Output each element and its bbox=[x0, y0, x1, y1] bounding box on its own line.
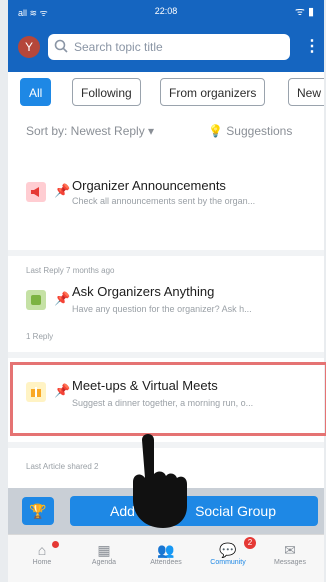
pin-icon: 📌 bbox=[54, 183, 71, 198]
pin-icon: 📌 bbox=[54, 291, 71, 306]
avatar[interactable]: Y bbox=[18, 36, 40, 58]
filter-all[interactable]: All bbox=[20, 78, 52, 106]
topic-description: Have any question for the organizer? Ask… bbox=[72, 304, 252, 314]
list-item[interactable]: 📌 Ask Organizers Anything Have any quest… bbox=[8, 280, 324, 350]
filter-chips: All Following From organizers New bbox=[8, 78, 324, 110]
list-item[interactable]: 📌 Organizer Announcements Check all anno… bbox=[8, 170, 324, 240]
last-article-meta: Last Article shared 2 bbox=[26, 462, 99, 471]
topic-description: Check all announcements sent by the orga… bbox=[72, 196, 256, 206]
top-header: all ≋ ᯤ 22:08 ᯤ ▮ Y Search topic title ⋮ bbox=[8, 0, 324, 72]
tab-agenda[interactable]: ▦ Agenda bbox=[74, 541, 134, 566]
sort-bar: Sort by: Newest Reply ▾ 💡 Suggestions bbox=[8, 120, 324, 142]
more-menu-icon[interactable]: ⋮ bbox=[304, 36, 320, 56]
divider bbox=[8, 250, 324, 256]
community-badge: 2 bbox=[244, 537, 256, 549]
attendees-icon: 👥 bbox=[157, 542, 175, 558]
home-icon: ⌂ bbox=[37, 542, 47, 558]
filter-from-organizers[interactable]: From organizers bbox=[160, 78, 266, 106]
search-input[interactable]: Search topic title bbox=[48, 34, 290, 60]
mail-icon: ✉ bbox=[284, 542, 296, 558]
last-reply-meta: Last Reply 7 months ago bbox=[26, 266, 115, 275]
status-bar: all ≋ ᯤ 22:08 ᯤ ▮ bbox=[8, 0, 324, 24]
tab-home[interactable]: ⌂ Home bbox=[12, 541, 72, 566]
tab-attendees[interactable]: 👥 Attendees bbox=[136, 541, 196, 566]
battery-indicator: ᯤ ▮ bbox=[294, 6, 314, 18]
megaphone-icon bbox=[26, 182, 46, 202]
bottom-tab-bar: ⌂ Home ▦ Agenda 👥 Attendees 💬 Community … bbox=[8, 534, 324, 582]
filter-following[interactable]: Following bbox=[72, 78, 141, 106]
topic-title: Ask Organizers Anything bbox=[72, 284, 215, 299]
trophy-icon[interactable]: 🏆 bbox=[22, 497, 54, 525]
topic-title: Organizer Announcements bbox=[72, 178, 226, 193]
filter-new[interactable]: New bbox=[288, 78, 324, 106]
search-icon bbox=[54, 39, 68, 58]
divider bbox=[8, 352, 324, 358]
notification-dot bbox=[52, 541, 59, 548]
calendar-icon: ▦ bbox=[97, 542, 111, 558]
lightbulb-icon: 💡 bbox=[208, 124, 223, 138]
suggestions-link[interactable]: 💡 Suggestions bbox=[208, 124, 292, 138]
pointing-hand-icon bbox=[116, 420, 206, 535]
puzzle-icon bbox=[26, 290, 46, 310]
status-time: 22:08 bbox=[154, 6, 178, 16]
search-placeholder: Search topic title bbox=[74, 40, 163, 54]
tab-messages[interactable]: ✉ Messages bbox=[260, 541, 320, 566]
sort-dropdown[interactable]: Sort by: Newest Reply ▾ bbox=[26, 124, 154, 138]
reply-count: 1 Reply bbox=[26, 332, 54, 341]
